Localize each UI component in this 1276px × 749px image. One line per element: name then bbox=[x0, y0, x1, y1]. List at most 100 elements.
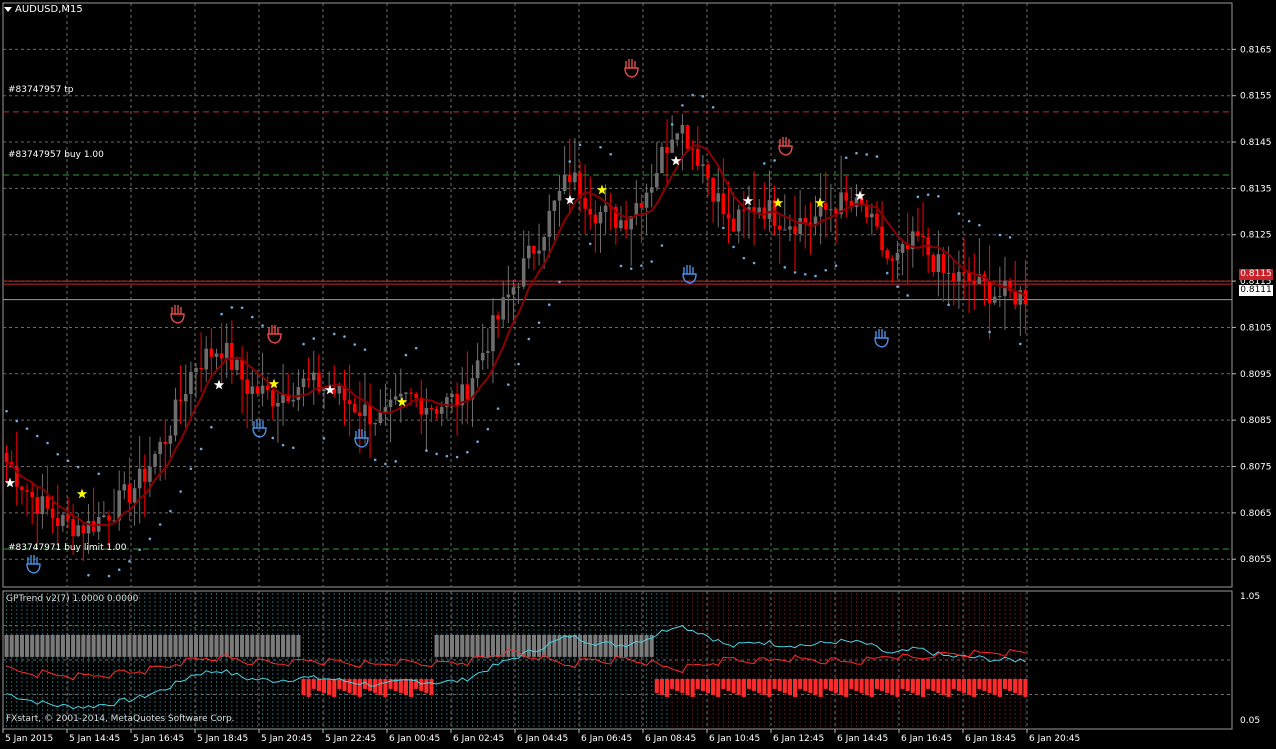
ind-bar-grey bbox=[460, 634, 465, 657]
ind-bar-grey bbox=[496, 634, 501, 657]
candle-body bbox=[424, 407, 429, 415]
ind-bar-red bbox=[977, 678, 982, 689]
sar-dot bbox=[179, 490, 182, 493]
sar-dot bbox=[425, 449, 428, 452]
ind-bar-grey bbox=[644, 634, 649, 657]
candle-body bbox=[153, 454, 157, 467]
candle-body bbox=[619, 220, 623, 229]
ind-bar-red bbox=[316, 678, 321, 691]
ind-bar-red bbox=[752, 678, 757, 691]
ind-bar-grey bbox=[9, 634, 14, 657]
sar-dot bbox=[312, 337, 316, 340]
candle-body bbox=[434, 408, 439, 414]
chart-title: AUDUSD,M15 bbox=[15, 4, 83, 15]
candle-body bbox=[137, 468, 142, 489]
ind-bar-red bbox=[670, 678, 675, 689]
ind-bar-red bbox=[357, 678, 362, 697]
ind-bar-grey bbox=[4, 634, 9, 657]
sar-dot bbox=[517, 362, 520, 366]
ind-bar-red bbox=[690, 678, 695, 697]
candle-body bbox=[214, 353, 219, 357]
candle-body bbox=[583, 198, 587, 209]
candle-body bbox=[670, 139, 674, 153]
ind-bar-grey bbox=[168, 634, 173, 657]
sar-dot bbox=[322, 437, 326, 440]
sar-dot bbox=[107, 574, 111, 578]
candle-body bbox=[311, 372, 316, 381]
ind-bar-red bbox=[900, 678, 905, 689]
ind-bar-red bbox=[874, 678, 880, 689]
sar-dot bbox=[343, 335, 346, 338]
ind-bar-red bbox=[808, 678, 813, 693]
candle-body bbox=[235, 360, 239, 371]
sar-dot bbox=[803, 272, 807, 276]
x-tick-label: 5 Jan 16:45 bbox=[133, 734, 184, 744]
chart-title-bar[interactable]: AUDUSD,M15 bbox=[4, 4, 83, 15]
sar-dot bbox=[681, 104, 684, 107]
dropdown-arrow-icon[interactable] bbox=[4, 7, 12, 12]
ind-bar-grey bbox=[122, 634, 127, 657]
ind-bar-red bbox=[823, 678, 828, 689]
candle-body bbox=[107, 515, 111, 521]
sar-dot bbox=[609, 152, 613, 156]
sar-dot bbox=[752, 261, 756, 265]
candle-body bbox=[265, 385, 270, 391]
candle-body bbox=[158, 441, 162, 455]
ind-bar-red bbox=[762, 678, 767, 695]
sar-dot bbox=[169, 509, 172, 513]
sar-dot bbox=[394, 460, 397, 463]
ind-bar-grey bbox=[234, 634, 240, 657]
candle-body bbox=[276, 402, 280, 407]
candle-body bbox=[823, 202, 828, 210]
y-tick-label: 0.8165 bbox=[1240, 45, 1272, 55]
ind-bar-grey bbox=[275, 634, 280, 657]
sar-dot bbox=[404, 353, 408, 357]
sar-dot bbox=[650, 260, 653, 263]
ind-bar-red bbox=[926, 678, 931, 689]
ind-bar-grey bbox=[291, 634, 296, 657]
candle-body bbox=[204, 348, 209, 370]
candle-body bbox=[532, 245, 536, 254]
ind-bar-red bbox=[869, 678, 874, 697]
candle-body bbox=[465, 384, 470, 400]
candle-body bbox=[450, 393, 454, 398]
ind-bar-red bbox=[301, 678, 306, 695]
ind-bar-red bbox=[721, 678, 726, 689]
sar-dot bbox=[814, 274, 817, 278]
ind-bar-grey bbox=[112, 634, 117, 657]
candle-body bbox=[35, 497, 40, 515]
chart-window[interactable]: 0.8165 0.8155 0.8145 0.8135 0.8125 0.8115 0.81… bbox=[0, 0, 1276, 746]
ind-bar-grey bbox=[245, 634, 250, 657]
sar-dot bbox=[926, 193, 930, 197]
ind-bar-grey bbox=[260, 634, 265, 657]
x-tick-label: 6 Jan 04:45 bbox=[517, 734, 568, 744]
candle-body bbox=[527, 245, 531, 259]
ind-bar-red bbox=[961, 678, 967, 693]
sar-dot bbox=[302, 342, 305, 346]
ind-bar-grey bbox=[634, 634, 639, 657]
candle-body bbox=[916, 231, 920, 236]
order-label-buy[interactable]: #83747957 buy 1.00 bbox=[8, 150, 104, 160]
candle-body bbox=[20, 486, 24, 491]
candle-body bbox=[61, 514, 65, 527]
ind-bar-red bbox=[352, 678, 357, 695]
y-tick-label: 0.8135 bbox=[1240, 184, 1272, 194]
sar-dot bbox=[5, 409, 8, 413]
y-tick-label: 0.8105 bbox=[1240, 323, 1272, 333]
ind-bar-red bbox=[777, 678, 782, 691]
ind-bar-grey bbox=[193, 634, 199, 657]
sar-dot bbox=[629, 267, 633, 270]
sar-dot bbox=[916, 195, 920, 199]
ind-bar-red bbox=[1023, 678, 1028, 697]
sar-dot bbox=[56, 452, 60, 456]
price-chart[interactable]: 0.8165 0.8155 0.8145 0.8135 0.8125 0.8115 0.81… bbox=[0, 0, 1276, 746]
candle-body bbox=[81, 525, 86, 534]
ind-bar-red bbox=[664, 678, 670, 697]
x-tick-label: 6 Jan 00:45 bbox=[389, 734, 440, 744]
order-label-buy-limit[interactable]: #83747971 buy limit 1.00 bbox=[8, 543, 127, 553]
ind-bar-grey bbox=[219, 634, 224, 657]
order-label-tp[interactable]: #83747957 tp bbox=[8, 85, 73, 95]
ind-bar-grey bbox=[598, 634, 603, 657]
sar-dot bbox=[670, 123, 674, 126]
ind-bar-grey bbox=[45, 634, 50, 657]
